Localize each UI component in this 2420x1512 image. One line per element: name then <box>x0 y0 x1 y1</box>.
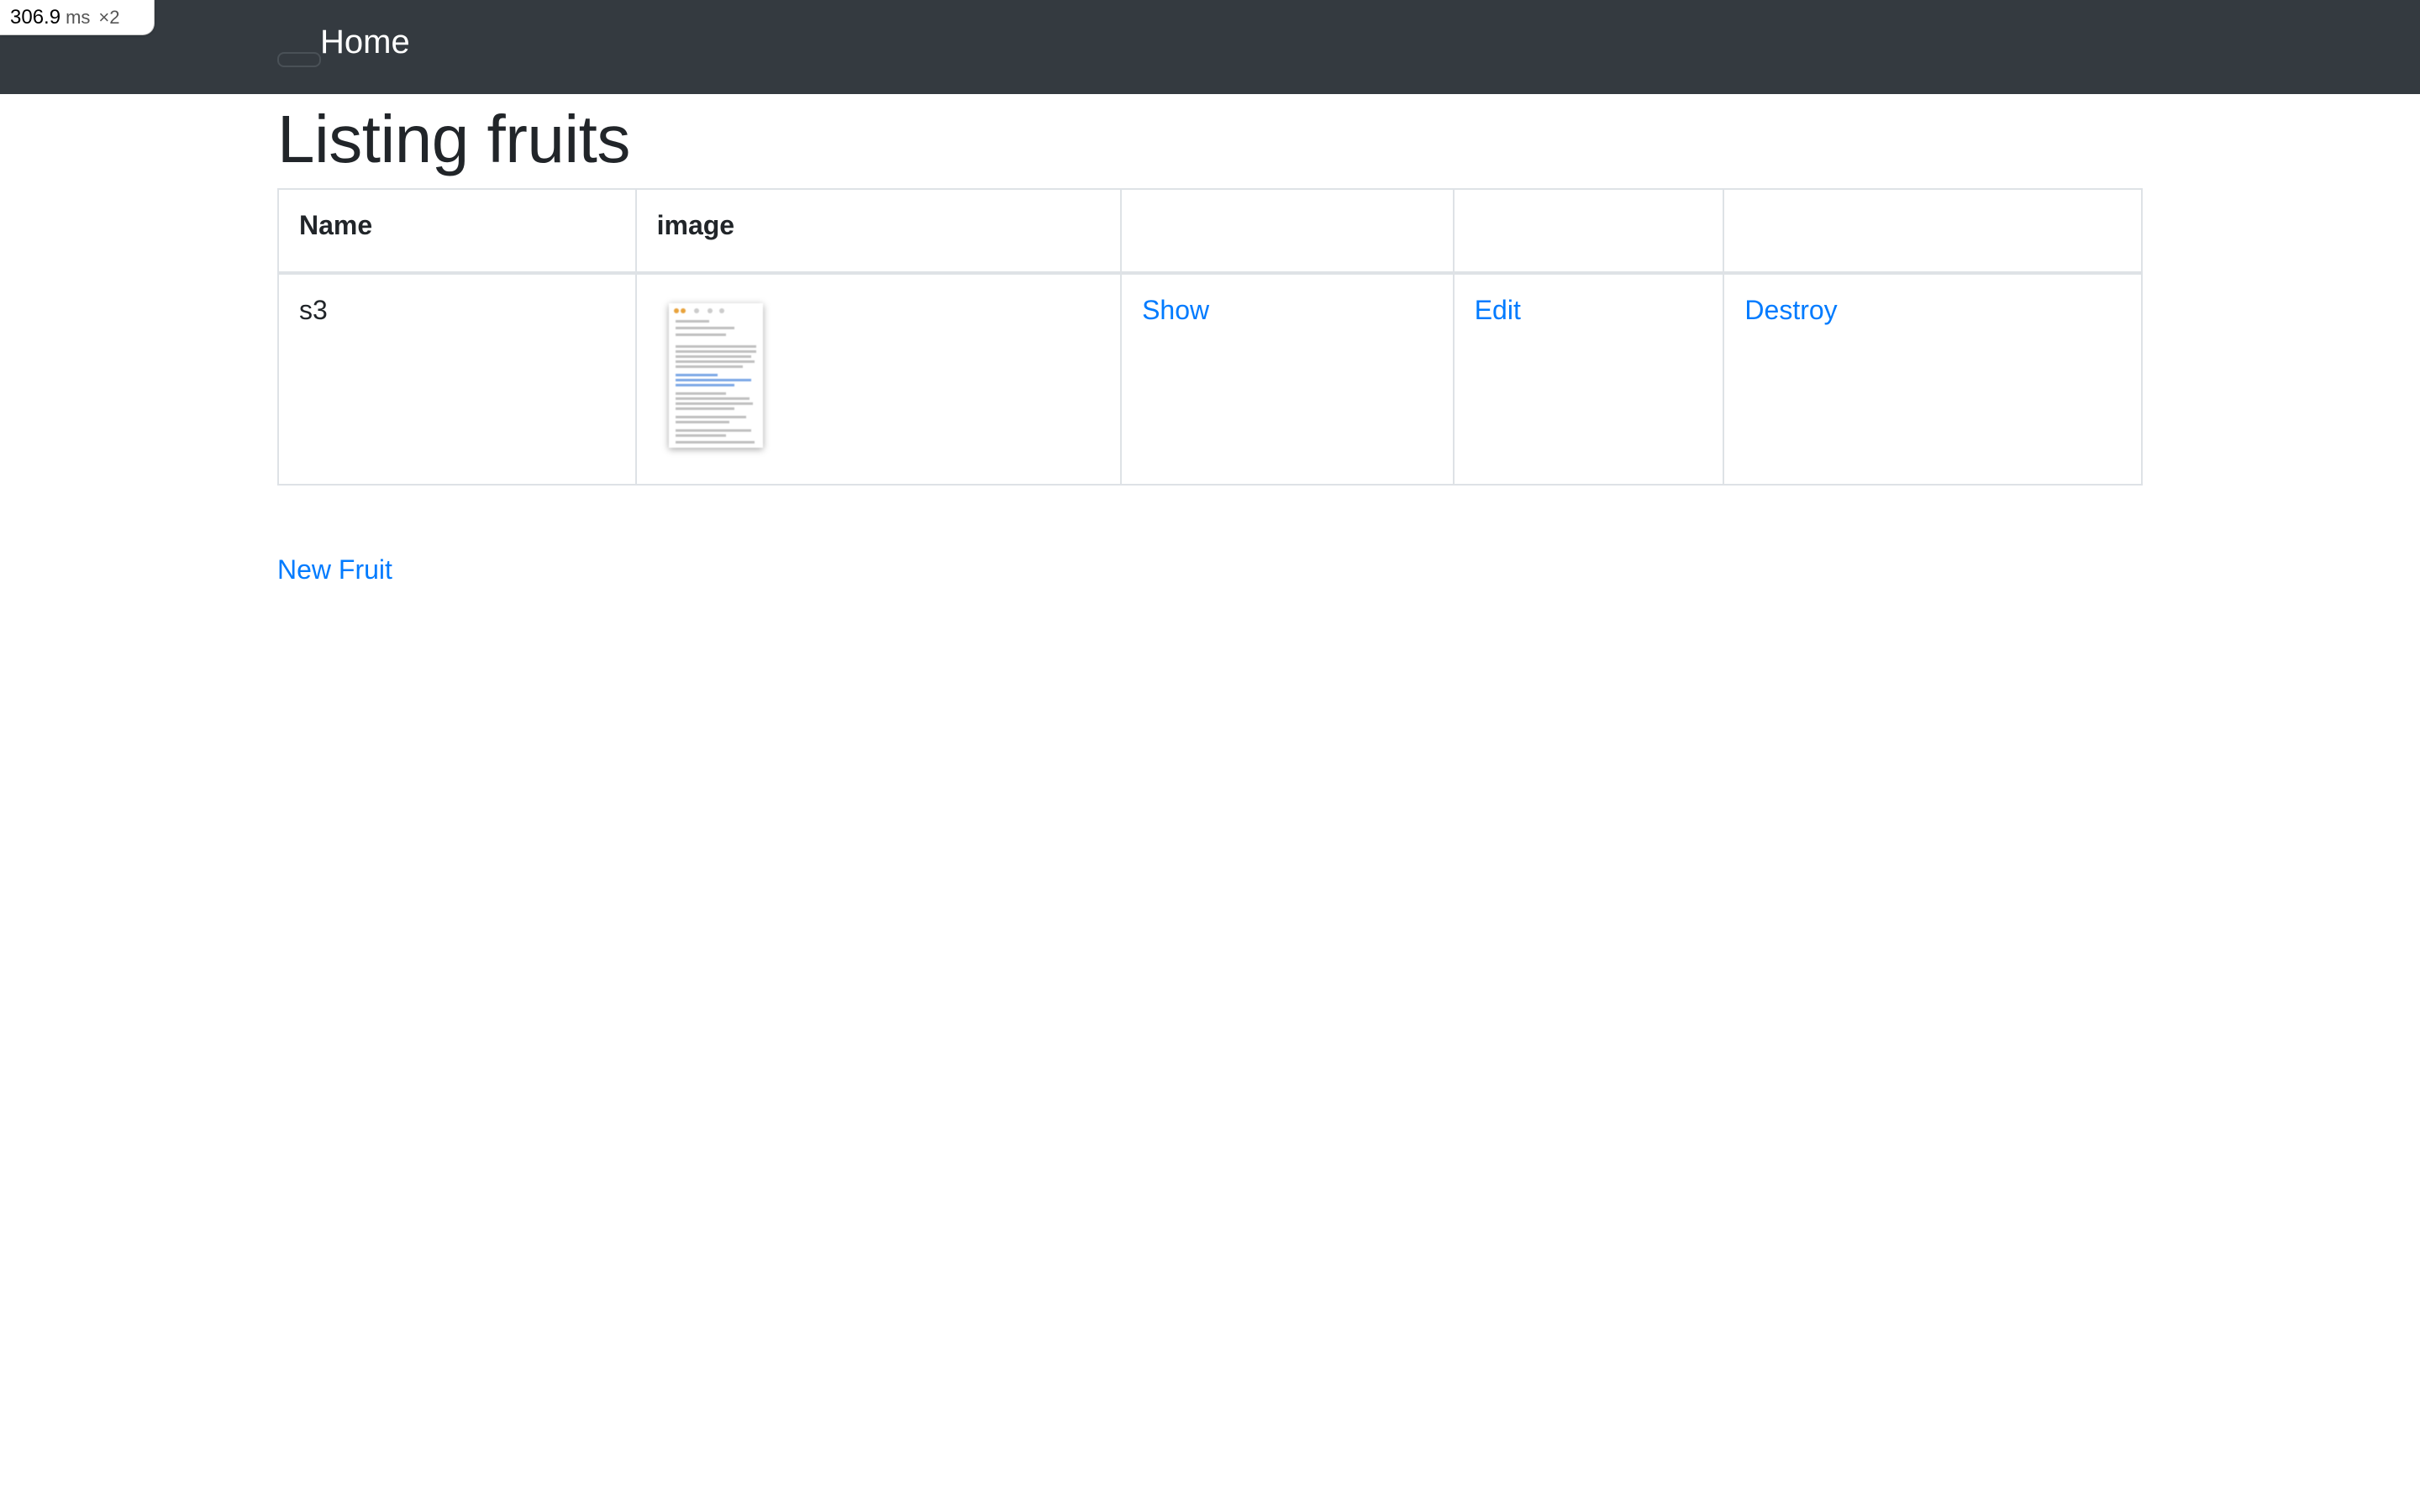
home-link[interactable]: Home <box>320 25 410 59</box>
show-link[interactable]: Show <box>1142 295 1209 325</box>
column-header-empty <box>1120 188 1455 275</box>
performance-badge: 306.9 ms ×2 <box>0 0 155 35</box>
column-header-empty <box>1723 188 2143 275</box>
navbar-toggler-button[interactable] <box>277 52 321 67</box>
destroy-cell: Destroy <box>1723 272 2143 486</box>
show-cell: Show <box>1120 272 1455 486</box>
destroy-link[interactable]: Destroy <box>1744 295 1837 325</box>
fruit-name-cell: s3 <box>277 272 637 486</box>
perf-unit: ms <box>66 6 91 28</box>
column-header-image: image <box>634 188 1123 275</box>
edit-cell: Edit <box>1452 272 1725 486</box>
page-title: Listing fruits <box>277 102 630 176</box>
top-navbar: Home <box>0 0 2420 94</box>
table-row: s3 Show Edit Destroy <box>277 272 2143 486</box>
fruit-image-cell <box>634 272 1123 486</box>
fruit-image-thumbnail[interactable] <box>668 303 763 448</box>
column-header-empty <box>1452 188 1725 275</box>
new-fruit-link[interactable]: New Fruit <box>277 554 392 585</box>
edit-link[interactable]: Edit <box>1475 295 1521 325</box>
table-header-row: Name image <box>277 188 2143 275</box>
column-header-name: Name <box>277 188 637 275</box>
perf-multiplier: ×2 <box>98 6 120 28</box>
perf-value: 306.9 <box>10 5 61 29</box>
fruits-table: Name image s3 Show Edit Destroy <box>277 188 2143 486</box>
